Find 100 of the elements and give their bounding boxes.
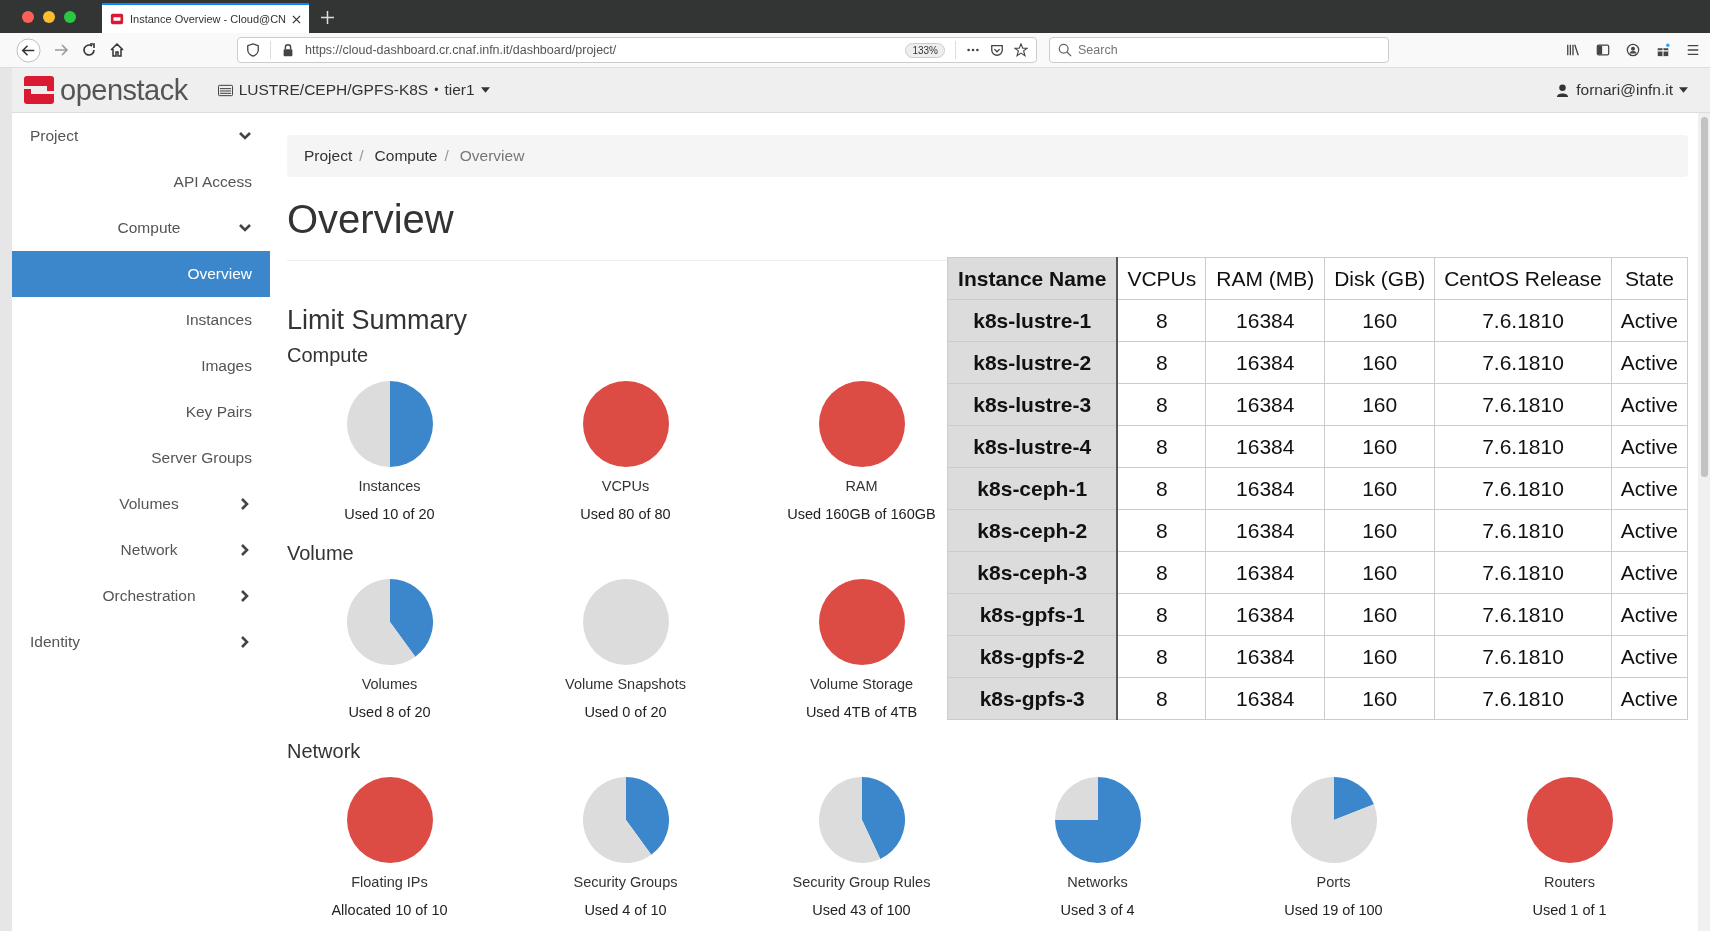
meter-usage: Used 4TB of 4TB (805, 704, 918, 720)
library-icon[interactable] (1566, 43, 1580, 57)
project-selector[interactable]: LUSTRE/CEPH/GPFS-K8S • tier1 (217, 81, 490, 99)
back-icon[interactable] (16, 37, 41, 63)
table-cell: 16384 (1205, 383, 1325, 426)
new-tab-icon[interactable] (321, 11, 335, 24)
table-cell: 16384 (1205, 509, 1325, 552)
account-icon[interactable] (1626, 43, 1640, 57)
table-cell: 16384 (1205, 425, 1325, 468)
user-icon (1555, 83, 1571, 97)
table-cell: 160 (1324, 593, 1435, 636)
meter-label: Volume Storage (809, 676, 914, 692)
user-menu[interactable]: fornari@infn.it (1555, 81, 1688, 99)
sidebar-item[interactable]: API Access (12, 159, 270, 205)
close-icon[interactable] (292, 14, 302, 24)
sidebar-item[interactable]: Key Pairs (12, 389, 270, 435)
meter-label: Instances (358, 478, 421, 494)
caret-icon (480, 87, 490, 93)
scrollbar-thumb[interactable] (1700, 117, 1708, 477)
sidebar-item[interactable]: Overview (12, 251, 270, 297)
breadcrumb-link[interactable]: Project (304, 147, 353, 165)
table-cell: 16384 (1205, 299, 1325, 342)
table-cell: k8s-lustre-1 (947, 299, 1118, 342)
table-cell: Active (1611, 383, 1688, 426)
table-cell: Active (1611, 467, 1688, 510)
table-cell: k8s-ceph-2 (947, 509, 1118, 552)
table-cell: 16384 (1205, 341, 1325, 384)
sidebar-item[interactable]: Volumes (12, 481, 270, 527)
meter-usage: Used 8 of 20 (348, 704, 431, 720)
table-cell: 7.6.1810 (1434, 593, 1612, 636)
column-header: State (1611, 257, 1688, 300)
table-cell: 8 (1117, 299, 1206, 342)
table-cell: 7.6.1810 (1434, 677, 1612, 720)
table-cell: k8s-gpfs-2 (947, 635, 1118, 678)
meter-label: VCPUs (601, 478, 650, 494)
table-cell: 7.6.1810 (1434, 551, 1612, 594)
star-icon[interactable] (1014, 43, 1028, 57)
maximize-window-icon[interactable] (64, 10, 76, 23)
sidebar-item[interactable]: Project (12, 113, 270, 159)
shield-icon (246, 43, 260, 57)
breadcrumb-link[interactable]: Compute (374, 147, 438, 165)
meter-label: Security Groups (573, 874, 678, 890)
table-cell: 8 (1117, 593, 1206, 636)
sidebar-item[interactable]: Images (12, 343, 270, 389)
table-cell: 8 (1117, 467, 1206, 510)
table-cell: Active (1611, 299, 1688, 342)
section-title: Limit Summary (287, 305, 469, 336)
close-window-icon[interactable] (22, 10, 34, 23)
table-cell: 16384 (1205, 635, 1325, 678)
section-subtitle: Compute (287, 344, 370, 367)
sidebar-item[interactable]: Identity (12, 619, 270, 665)
table-cell: Active (1611, 551, 1688, 594)
sidebar-item[interactable]: Orchestration (12, 573, 270, 619)
sidebar-item[interactable]: Instances (12, 297, 270, 343)
column-header: RAM (MB) (1205, 257, 1325, 300)
table-cell: 8 (1117, 677, 1206, 720)
table-cell: Active (1611, 677, 1688, 720)
table-cell: 7.6.1810 (1434, 509, 1612, 552)
minimize-window-icon[interactable] (43, 10, 55, 23)
table-cell: k8s-ceph-1 (947, 467, 1118, 510)
forward-icon[interactable] (53, 42, 69, 58)
gift-icon[interactable] (1656, 43, 1670, 57)
home-icon[interactable] (109, 42, 125, 58)
table-cell: 160 (1324, 467, 1435, 510)
zoom-level-badge[interactable]: 133% (905, 42, 945, 58)
table-cell: k8s-gpfs-3 (947, 677, 1118, 720)
lock-icon (281, 43, 295, 57)
sidebar-item[interactable]: Network (12, 527, 270, 573)
meter-usage: Used 10 of 20 (344, 506, 435, 522)
table-cell: k8s-gpfs-1 (947, 593, 1118, 636)
sidebar-item[interactable]: Server Groups (12, 435, 270, 481)
table-cell: k8s-lustre-2 (947, 341, 1118, 384)
meter-usage: Used 4 of 10 (584, 902, 667, 918)
logo-text[interactable]: openstack (60, 73, 188, 107)
table-cell: Active (1611, 635, 1688, 678)
search-icon (1058, 43, 1072, 57)
column-header: Instance Name (947, 257, 1118, 300)
address-bar[interactable]: https://cloud-dashboard.cr.cnaf.infn.it/dashboard/project/ 133% (237, 37, 1037, 63)
table-cell: 7.6.1810 (1434, 383, 1612, 426)
table-cell: 8 (1117, 635, 1206, 678)
table-cell: Active (1611, 341, 1688, 384)
table-cell: Active (1611, 509, 1688, 552)
table-cell: 16384 (1205, 467, 1325, 510)
pocket-icon[interactable] (990, 43, 1004, 57)
sidebar-icon[interactable] (1596, 43, 1610, 57)
browser-tab[interactable]: Instance Overview - Cloud@CN (102, 3, 310, 33)
meter-label: Routers (1544, 874, 1595, 890)
column-header: Disk (GB) (1324, 257, 1435, 300)
reload-icon[interactable] (81, 42, 97, 58)
meter-usage: Used 80 of 80 (580, 506, 671, 522)
breadcrumb-separator: / (359, 147, 364, 165)
meter-label: Floating IPs (351, 874, 428, 890)
search-field[interactable]: Search (1049, 37, 1389, 63)
table-cell: 8 (1117, 509, 1206, 552)
openstack-logo-icon[interactable] (24, 75, 54, 105)
table-cell: Active (1611, 425, 1688, 468)
column-header: CentOS Release (1434, 257, 1612, 300)
menu-icon[interactable] (1686, 43, 1700, 57)
sidebar-item[interactable]: Compute (12, 205, 270, 251)
table-cell: 7.6.1810 (1434, 467, 1612, 510)
